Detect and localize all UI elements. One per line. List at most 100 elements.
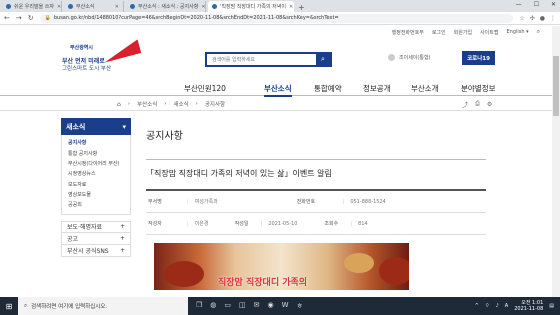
breadcrumb-item[interactable]: 새소식 [173, 100, 188, 108]
site-header: 부산광역시 부산 먼저 미래로 그린스마트 도시 부산 ⌕ 조이세이(통합) 코… [0, 38, 560, 80]
search-icon: ⌕ [24, 302, 28, 309]
hangul-icon[interactable]: ㅎ [297, 301, 303, 311]
util-link-join[interactable]: 회원가입 [454, 29, 472, 36]
lnb-sub-item[interactable]: 공공외 [68, 200, 130, 210]
lnb-menu-notice[interactable]: 공고 + [61, 232, 131, 245]
close-icon[interactable]: ✕ [57, 4, 61, 10]
search-button[interactable]: ⌕ [316, 54, 330, 65]
clock[interactable]: 오전 1:01 2021-11-08 [514, 300, 543, 312]
browser-tab[interactable]: 부산소식 ✕ [64, 1, 124, 12]
breadcrumb: ⌂ › 부산소식 › 새소식 › 공지사항 [117, 100, 226, 109]
gnb-item-reservation[interactable]: 통합예약 [314, 80, 342, 96]
search-input[interactable] [207, 54, 316, 65]
gnb-item-civil[interactable]: 부산민원120 [184, 80, 226, 96]
edge-icon[interactable]: ◍ [210, 301, 216, 311]
reload-icon[interactable]: ↻ [28, 14, 34, 22]
lock-icon: 🔒 [44, 15, 51, 21]
gnb-item-fields[interactable]: 분야별정보 [461, 80, 496, 96]
page-scrollbar[interactable] [552, 26, 560, 298]
mail-icon[interactable]: ✉ [254, 301, 260, 311]
language-select[interactable]: English ▾ [506, 29, 528, 35]
lnb-sub-item[interactable]: 부산시정(다이어리 부산) [68, 159, 130, 169]
home-icon[interactable]: ⌂ [117, 101, 121, 108]
extensions: ☆ ✣ ● ⋮ [519, 15, 556, 22]
windows-taskbar: ⊞ ⌕ 검색하려면 여기에 입력하십시오. ❐ ◍ ▭ ◫ ✉ ◉ W ㅎ ^ … [0, 297, 560, 315]
chrome-icon[interactable]: ◉ [268, 301, 274, 311]
search-icon[interactable]: ⌕ [537, 28, 540, 36]
star-icon[interactable]: ☆ [519, 15, 524, 22]
lnb-menu-press[interactable]: 보도·해명자료 + [61, 220, 131, 233]
breadcrumb-item[interactable]: 부산소식 [137, 100, 157, 108]
util-link-phonebook[interactable]: 행정전화번호부 [392, 29, 424, 36]
close-window-icon[interactable]: ✕ [551, 1, 556, 8]
favicon-icon [130, 4, 135, 9]
lnb-sub-item[interactable]: 영상보도물 [68, 190, 130, 200]
lnb-sub-menu: 공지사항 통합 공지사항 부산시정(다이어리 부산) 시정영상뉴스 보도자료 영… [61, 135, 131, 215]
explorer-icon[interactable]: ▭ [224, 301, 231, 311]
share-icon[interactable]: ⤴ [462, 100, 468, 109]
util-link-sitemap[interactable]: 사이트맵 [480, 29, 498, 36]
lnb-sub-item[interactable]: 시정영상뉴스 [68, 169, 130, 179]
close-icon[interactable]: ✕ [115, 4, 119, 10]
print-icon[interactable]: ⎙ [475, 100, 480, 108]
menu-icon[interactable]: ⋮ [550, 15, 556, 22]
gnb-item-disclosure[interactable]: 정보공개 [363, 80, 391, 96]
lnb-sub-item[interactable]: 통합 공지사항 [68, 148, 130, 158]
lnb-title[interactable]: 새소식 ▾ [61, 118, 131, 135]
left-nav: 새소식 ▾ 공지사항 통합 공지사항 부산시정(다이어리 부산) 시정영상뉴스 보… [61, 118, 131, 257]
meta-row: 부서명 | 여성가족과 전화번호 | 051-888-1524 [146, 191, 486, 213]
maximize-icon[interactable]: ☐ [534, 1, 539, 8]
chevron-up-icon[interactable]: ^ [475, 303, 479, 309]
browser-tab-bar: 쉬운 우리말을 쓰자 ✕ 부산소식 ✕ 부산소식 : 새소식 : 공지사항 ✕ '직장… [0, 0, 560, 12]
ime-indicator[interactable]: A [505, 303, 508, 309]
settings-icon[interactable]: ⚙ [487, 101, 492, 108]
notification-icon[interactable]: ▤ [549, 303, 554, 309]
lnb-sub-item[interactable]: 보도자료 [68, 180, 130, 190]
breadcrumb-item[interactable]: 공지사항 [205, 100, 225, 108]
browser-tab-active[interactable]: '직장맘 직장대디 가족의 저녁이 ✕ [208, 1, 294, 12]
close-icon[interactable]: ✕ [201, 4, 205, 10]
browser-tab[interactable]: 부산소식 : 새소식 : 공지사항 ✕ [126, 1, 206, 12]
network-icon[interactable]: ⌔ [485, 303, 490, 309]
profile-icon[interactable]: ● [540, 15, 545, 22]
volume-icon[interactable]: ♪ [496, 303, 499, 309]
favicon-icon [68, 4, 73, 9]
gnb-item-about[interactable]: 부산소개 [411, 80, 439, 96]
puzzle-icon[interactable]: ✣ [530, 15, 535, 22]
favicon-icon [6, 4, 11, 9]
meta-row: 작성자 | 이은경 작성일 | 2021-05-10 조회수 | 814 [146, 213, 486, 235]
utility-links: 행정전화번호부 로그인 회원가입 사이트맵 English ▾ ⌕ [0, 26, 560, 38]
lnb-sub-item[interactable]: 공지사항 [68, 138, 130, 148]
scrollbar-thumb[interactable] [553, 56, 559, 116]
task-view-icon[interactable]: ❐ [196, 301, 202, 311]
taskbar-search[interactable]: ⌕ 검색하려면 여기에 입력하십시오. [18, 297, 188, 315]
event-poster-image: 직장맘 직장대디 가족의 [154, 243, 409, 290]
chevron-down-icon: ▾ [122, 122, 126, 131]
util-link-login[interactable]: 로그인 [432, 29, 446, 36]
minimize-icon[interactable]: — [516, 1, 522, 8]
post-title: 「직장맘 직장대디 가족의 저녁이 있는 삶」이벤트 알림 [146, 168, 486, 191]
back-icon[interactable]: ← [4, 14, 10, 22]
poster-title: 직장맘 직장대디 가족의 [218, 278, 308, 288]
new-tab-button[interactable]: + [298, 3, 305, 12]
store-icon[interactable]: ◫ [239, 301, 246, 311]
page-title: 공지사항 [146, 118, 486, 160]
site-logo[interactable]: 부산광역시 부산 먼저 미래로 그린스마트 도시 부산 [62, 39, 142, 74]
window-controls: — ☐ ✕ [516, 1, 556, 8]
lnb-menu-sns[interactable]: 부산시 공식SNS + [61, 244, 131, 257]
gnb-item-news[interactable]: 부산소식 [264, 80, 292, 97]
word-icon[interactable]: W [282, 301, 289, 311]
address-bar: ← → ↻ 🔒 busan.go.kr/nbd/1488010?curPage=4… [0, 12, 560, 25]
close-icon[interactable]: ✕ [289, 4, 293, 10]
global-nav: 부산민원120 부산소식 통합예약 정보공개 부산소개 분야별정보 [0, 80, 560, 97]
windows-start-icon[interactable]: ⊞ [0, 297, 18, 315]
browser-tab[interactable]: 쉬운 우리말을 쓰자 ✕ [2, 1, 62, 12]
forward-icon[interactable]: → [16, 14, 22, 22]
covid19-button[interactable]: 코로나19 [462, 51, 495, 65]
plus-icon: + [119, 223, 125, 231]
url-field[interactable]: 🔒 busan.go.kr/nbd/1488010?curPage=46&srch… [39, 13, 514, 23]
logo-swoosh-icon [100, 39, 142, 63]
plus-icon: + [119, 246, 125, 254]
page-tools: ⤴ ⎙ ⚙ [462, 97, 492, 111]
login-status[interactable]: 조이세이(통합) [388, 54, 431, 61]
